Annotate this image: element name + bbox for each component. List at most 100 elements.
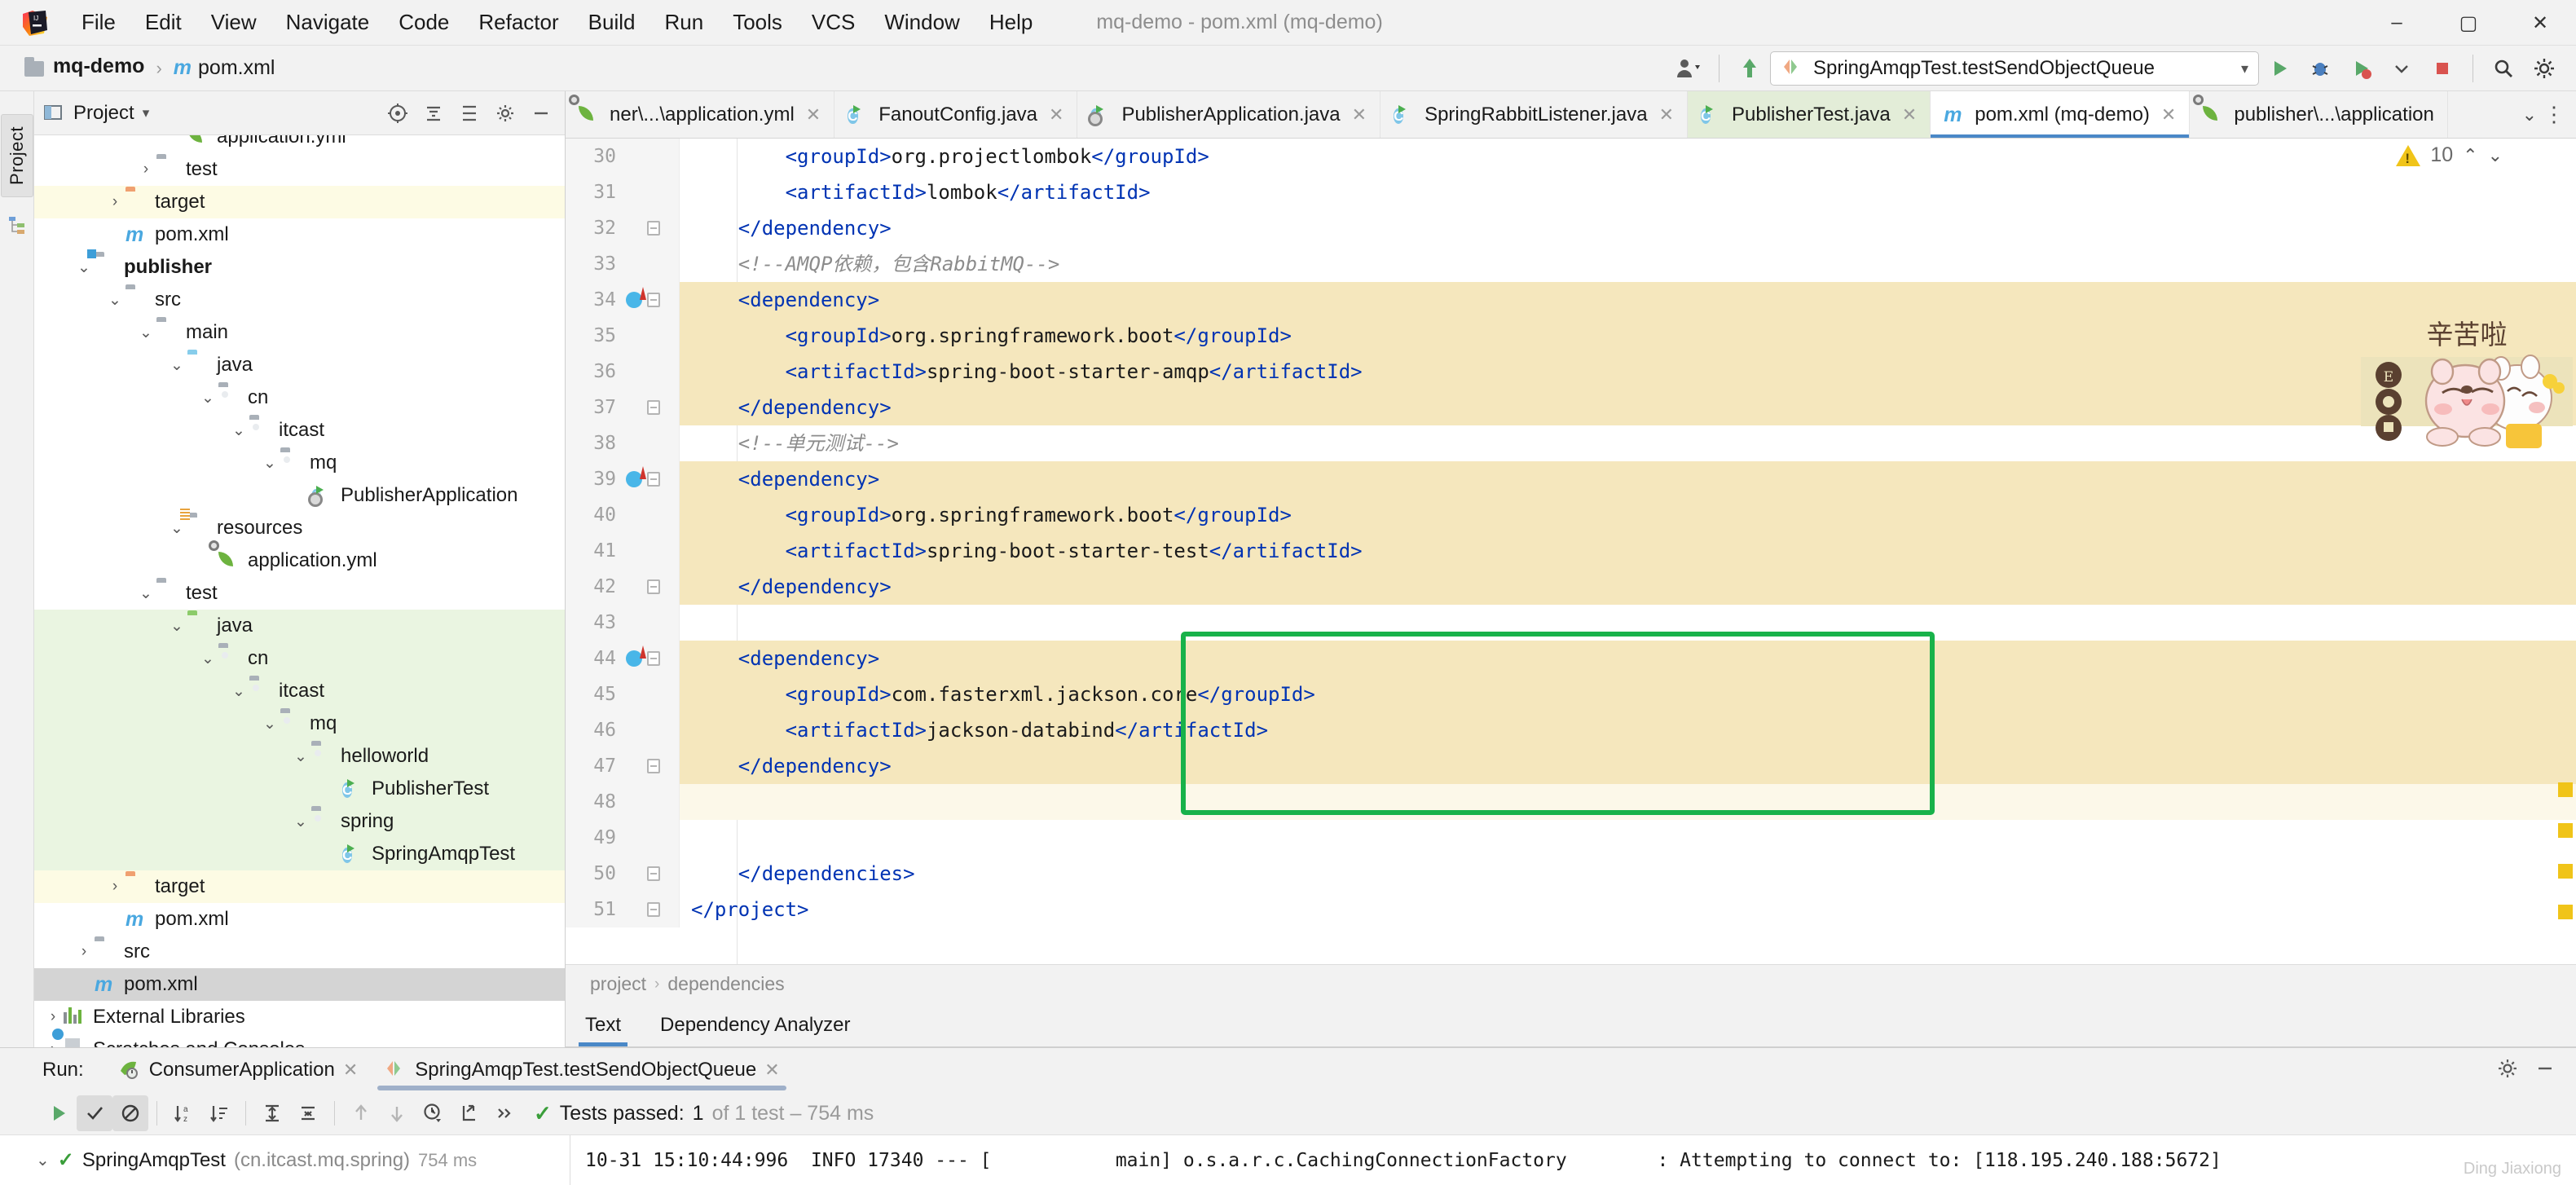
structure-icon[interactable] [7, 214, 28, 239]
sort-alphabetically-button[interactable]: az [165, 1095, 201, 1131]
project-tree[interactable]: application.yml › test › target m pom.xml ⌄ publ… [34, 135, 565, 1047]
code-line[interactable] [680, 784, 2576, 820]
editor-tab-pom-xml-mq-demo[interactable]: m pom.xml (mq-demo) ✕ [1931, 91, 2191, 138]
breadcrumb-item-dependencies[interactable]: dependencies [667, 973, 784, 995]
code-line[interactable]: </dependency> [680, 390, 2576, 425]
editor-tab-publishertest-java[interactable]: C PublisherTest.java ✕ [1688, 91, 1931, 138]
minimize-button[interactable]: – [2361, 0, 2433, 46]
code-line[interactable]: <dependency> [680, 461, 2576, 497]
gutter-marks[interactable] [626, 174, 678, 210]
gutter-marks[interactable] [626, 210, 678, 246]
chevron-down-icon[interactable]: ⌄ [197, 650, 218, 668]
tree-item-main[interactable]: ⌄ main [34, 316, 565, 349]
chevron-down-icon[interactable]: ⌄ [290, 813, 311, 831]
menu-item-view[interactable]: View [196, 7, 271, 38]
chevron-down-icon[interactable]: ⌄ [166, 519, 187, 538]
chevron-down-icon[interactable]: ▾ [143, 105, 150, 121]
chevron-down-icon[interactable]: ⌄ [166, 617, 187, 636]
code-line[interactable]: <artifactId>spring-boot-starter-amqp</ar… [680, 354, 2576, 390]
tests-results-tree[interactable]: ⌄ ✓ SpringAmqpTest (cn.itcast.mq.spring)… [0, 1135, 570, 1185]
code-line[interactable]: </dependency> [680, 569, 2576, 605]
warning-mark[interactable] [2558, 864, 2573, 879]
editor-gutter[interactable]: 30 31 32 33 34 35 36 37 38 39 40 41 42 43 44 45 46 47 48 49… [566, 139, 680, 927]
gutter-marks[interactable] [626, 246, 678, 282]
search-everywhere-button[interactable] [2483, 48, 2524, 89]
expand-icon[interactable]: ⌄ [36, 1150, 50, 1170]
close-icon[interactable]: ✕ [1049, 104, 1063, 126]
run-configuration-selector[interactable]: SpringAmqpTest.testSendObjectQueue ▾ [1770, 51, 2259, 86]
tree-item-itcast[interactable]: ⌄ itcast [34, 675, 565, 707]
previous-problem-icon[interactable]: ⌃ [2463, 145, 2477, 166]
gutter-marks[interactable] [626, 425, 678, 461]
collapse-all-button[interactable] [290, 1095, 326, 1131]
settings-button[interactable] [2524, 48, 2565, 89]
hide-panel-icon[interactable] [526, 98, 557, 129]
code-line[interactable]: <groupId>org.projectlombok</groupId> [680, 139, 2576, 174]
scroll-from-source-icon[interactable] [382, 98, 413, 129]
export-test-results-button[interactable] [451, 1095, 487, 1131]
chevron-down-icon[interactable]: ⌄ [228, 682, 249, 701]
code-line[interactable]: <groupId>org.springframework.boot</group… [680, 497, 2576, 533]
code-line[interactable]: </dependency> [680, 210, 2576, 246]
tree-item-publishertest[interactable]: C PublisherTest [34, 773, 565, 805]
code-line[interactable]: </dependency> [680, 748, 2576, 784]
code-fold-icon[interactable] [647, 579, 660, 594]
test-history-button[interactable] [415, 1095, 451, 1131]
rerun-tests-button[interactable] [41, 1095, 77, 1131]
chevron-down-icon[interactable]: ⌄ [259, 454, 280, 473]
code-fold-icon[interactable] [647, 400, 660, 415]
editor-tab-fanoutconfig-java[interactable]: C FanoutConfig.java ✕ [834, 91, 1078, 138]
editor-tab-publisher-application[interactable]: publisher\...\application [2190, 91, 2448, 138]
gutter-marks[interactable] [626, 461, 678, 497]
tree-item-application-yml[interactable]: application.yml [34, 540, 565, 577]
gutter-marks[interactable] [626, 354, 678, 390]
chevron-right-icon[interactable]: › [73, 943, 95, 961]
code-line[interactable]: <artifactId>spring-boot-starter-test</ar… [680, 533, 2576, 569]
run-test-gutter-icon[interactable] [626, 466, 646, 487]
tree-item-springamqptest[interactable]: C SpringAmqpTest [34, 838, 565, 870]
run-panel-hide-button[interactable] [2534, 1057, 2556, 1084]
breadcrumb-project[interactable]: mq-demo [18, 52, 151, 84]
run-button[interactable] [2259, 48, 2300, 89]
chevron-down-icon[interactable]: ⌄ [135, 584, 156, 603]
gutter-marks[interactable] [626, 282, 678, 318]
tree-item-external-libraries[interactable]: › External Libraries [34, 1001, 565, 1033]
tree-item-cn[interactable]: ⌄ cn [34, 381, 565, 414]
code-line[interactable] [680, 605, 2576, 641]
code-line[interactable]: </dependencies> [680, 856, 2576, 892]
code-line[interactable]: <artifactId>jackson-databind</artifactId… [680, 712, 2576, 748]
close-icon[interactable]: ✕ [343, 1059, 358, 1081]
menu-item-navigate[interactable]: Navigate [271, 7, 385, 38]
chevron-right-icon[interactable]: › [135, 161, 156, 178]
chevron-down-icon[interactable]: ⌄ [2522, 104, 2537, 126]
close-icon[interactable]: ✕ [1902, 104, 1917, 126]
previous-failed-test-button[interactable] [343, 1095, 379, 1131]
gutter-marks[interactable] [626, 497, 678, 533]
chevron-down-icon[interactable]: ⌄ [104, 291, 125, 310]
editor-tab-bar[interactable]: ner\...\application.yml ✕ C FanoutConfig.ja… [566, 91, 2576, 139]
code-line[interactable]: <artifactId>lombok</artifactId> [680, 174, 2576, 210]
tool-window-tab-project[interactable]: Project [0, 114, 33, 197]
gear-icon[interactable] [490, 98, 521, 129]
show-ignored-toggle[interactable] [112, 1095, 148, 1131]
close-icon[interactable]: ✕ [1352, 104, 1367, 126]
chevron-down-icon[interactable]: ⌄ [228, 421, 249, 440]
tree-item-java[interactable]: ⌄ java [34, 610, 565, 642]
close-icon[interactable]: ✕ [2161, 104, 2176, 126]
editor-tab-ner-application-yml[interactable]: ner\...\application.yml ✕ [566, 91, 835, 138]
expand-icon[interactable] [454, 98, 485, 129]
debug-button[interactable] [2300, 48, 2340, 89]
breadcrumb-item-project[interactable]: project [590, 973, 646, 995]
gutter-marks[interactable] [626, 784, 678, 820]
warning-mark[interactable] [2558, 905, 2573, 919]
stop-button[interactable] [2422, 48, 2463, 89]
code-line[interactable]: <groupId>org.springframework.boot</group… [680, 318, 2576, 354]
show-passed-toggle[interactable] [77, 1095, 112, 1131]
menu-item-code[interactable]: Code [384, 7, 464, 38]
run-panel-settings-button[interactable] [2496, 1057, 2519, 1084]
gutter-marks[interactable] [626, 390, 678, 425]
gutter-marks[interactable] [626, 641, 678, 676]
tree-item-target[interactable]: › target [34, 186, 565, 218]
code-fold-icon[interactable] [647, 221, 660, 236]
code-fold-icon[interactable] [647, 759, 660, 773]
